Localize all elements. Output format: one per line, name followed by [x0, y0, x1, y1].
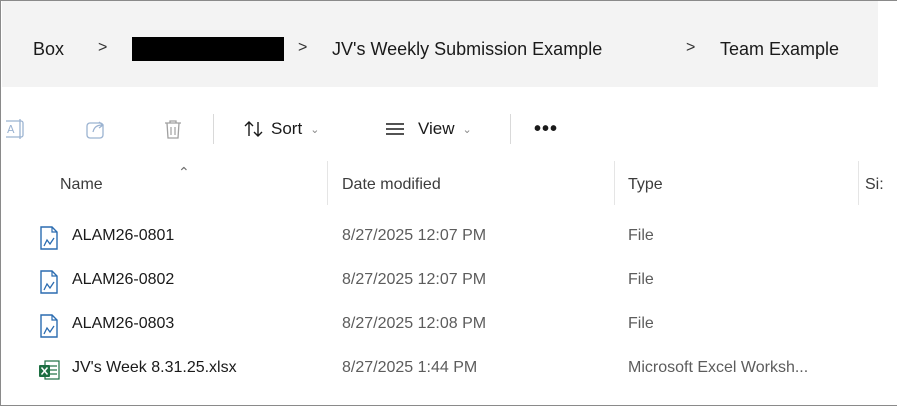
generic-file-icon: [39, 314, 59, 338]
breadcrumb-separator: >: [98, 39, 108, 56]
file-name: JV's Week 8.31.25.xlsx: [72, 359, 237, 376]
column-divider[interactable]: [327, 161, 328, 205]
file-type: File: [628, 271, 654, 288]
file-type: File: [628, 315, 654, 332]
file-date-modified: 8/27/2025 12:07 PM: [342, 271, 487, 288]
chevron-down-icon: ⌄: [462, 123, 472, 136]
file-type: Microsoft Excel Worksh...: [628, 359, 809, 376]
generic-file-icon: [39, 270, 59, 294]
column-divider[interactable]: [614, 161, 615, 205]
sort-button[interactable]: Sort ⌄: [243, 118, 319, 140]
column-header-name[interactable]: Name: [60, 176, 103, 194]
column-divider[interactable]: [858, 161, 859, 205]
file-date-modified: 8/27/2025 1:44 PM: [342, 359, 478, 376]
breadcrumb-item-box[interactable]: Box: [33, 39, 64, 60]
chevron-down-icon: ⌄: [310, 123, 320, 136]
sort-ascending-caret-icon: ⌃: [178, 164, 190, 180]
file-date-modified: 8/27/2025 12:07 PM: [342, 227, 487, 244]
sort-icon: [243, 119, 267, 139]
breadcrumb-separator: >: [298, 39, 308, 56]
file-type: File: [628, 227, 654, 244]
more-options-icon[interactable]: •••: [534, 118, 558, 141]
command-bar: A Sort ⌄ View ⌄ •••: [2, 88, 897, 170]
toolbar-divider: [213, 114, 214, 144]
file-explorer-window: Box > > JV's Weekly Submission Example >…: [0, 0, 897, 406]
column-header-date-modified[interactable]: Date modified: [342, 176, 441, 194]
file-name: ALAM26-0803: [72, 315, 175, 332]
redacted-breadcrumb-item[interactable]: [132, 37, 284, 61]
view-label: View: [418, 119, 455, 138]
toolbar-divider: [510, 114, 511, 144]
sort-label: Sort: [271, 119, 303, 138]
view-lines-icon: [384, 119, 408, 139]
share-icon[interactable]: [85, 118, 107, 140]
excel-file-icon: [38, 358, 60, 382]
file-name: ALAM26-0802: [72, 271, 175, 288]
breadcrumb: Box > > JV's Weekly Submission Example >…: [2, 1, 897, 87]
breadcrumb-edge: [878, 1, 897, 87]
file-row[interactable]: ALAM26-0802 8/27/2025 12:07 PM File: [2, 259, 882, 303]
generic-file-icon: [39, 226, 59, 250]
delete-icon[interactable]: [162, 118, 184, 140]
file-row[interactable]: JV's Week 8.31.25.xlsx 8/27/2025 1:44 PM…: [2, 347, 882, 391]
file-date-modified: 8/27/2025 12:08 PM: [342, 315, 487, 332]
breadcrumb-item-weekly-submission[interactable]: JV's Weekly Submission Example: [332, 39, 602, 60]
file-row[interactable]: ALAM26-0801 8/27/2025 12:07 PM File: [2, 215, 882, 259]
file-name: ALAM26-0801: [72, 227, 175, 244]
column-header-size[interactable]: Si:: [865, 176, 884, 194]
view-button[interactable]: View ⌄: [384, 118, 472, 140]
breadcrumb-separator: >: [686, 39, 696, 56]
rename-icon[interactable]: A: [6, 118, 28, 140]
svg-text:A: A: [7, 123, 15, 136]
breadcrumb-item-team-example[interactable]: Team Example: [720, 39, 839, 60]
file-row[interactable]: ALAM26-0803 8/27/2025 12:08 PM File: [2, 303, 882, 347]
column-header-type[interactable]: Type: [628, 176, 663, 194]
